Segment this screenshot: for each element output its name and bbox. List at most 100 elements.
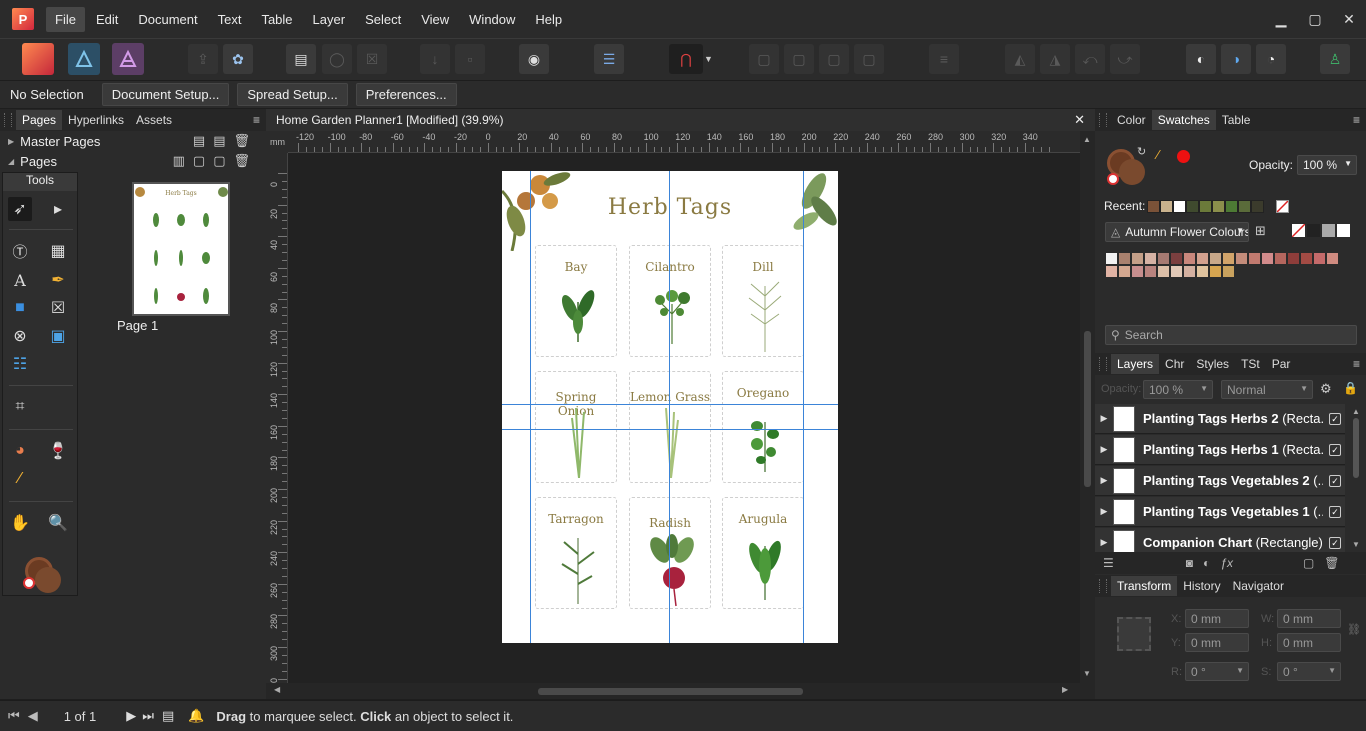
picture-frame-ellipse-tool-icon[interactable]: ⊗: [8, 324, 32, 348]
boolean-add-icon[interactable]: ◐: [1186, 44, 1216, 74]
no-frame-icon[interactable]: ☒: [357, 44, 387, 74]
layers-stack-icon[interactable]: ☰: [1103, 556, 1114, 570]
current-color-swatch[interactable]: [1177, 150, 1190, 163]
palette-color-swatch[interactable]: [1131, 252, 1144, 265]
tab-pages[interactable]: Pages: [16, 110, 63, 130]
palette-color-swatch[interactable]: [1248, 252, 1261, 265]
node-tool-icon[interactable]: ▸: [46, 197, 70, 221]
layer-visibility-checkbox[interactable]: ✓: [1329, 536, 1341, 549]
color-picker-tool-icon[interactable]: ⁄: [8, 467, 32, 491]
master-pages-row[interactable]: ▶ Master Pages ▤▤🗑: [0, 131, 266, 151]
share-icon[interactable]: ⇪: [188, 44, 218, 74]
notification-bell-icon[interactable]: 🔔: [188, 708, 204, 724]
delete-layer-icon[interactable]: 🗑: [1324, 556, 1339, 570]
x-field[interactable]: 0 mm: [1185, 609, 1249, 628]
baseline-grid-icon[interactable]: ☰: [594, 44, 624, 74]
palette-color-swatch[interactable]: [1326, 252, 1339, 265]
tag-card[interactable]: Oregano: [722, 371, 804, 483]
panel-grip-icon[interactable]: [1099, 579, 1107, 593]
rectangle-tool-icon[interactable]: ■: [8, 296, 32, 320]
recent-color-swatch[interactable]: [1212, 200, 1225, 213]
palette-color-swatch[interactable]: [1300, 252, 1313, 265]
palette-grey-swatch[interactable]: [1322, 224, 1335, 237]
panel-grip-icon[interactable]: [4, 113, 12, 127]
tab-color[interactable]: Color: [1111, 110, 1152, 130]
layer-visibility-checkbox[interactable]: ✓: [1329, 412, 1341, 425]
palette-color-swatch[interactable]: [1222, 265, 1235, 278]
rotate-left-icon[interactable]: ⤺: [1075, 44, 1105, 74]
palette-color-swatch[interactable]: [1183, 265, 1196, 278]
layer-opacity-dropdown[interactable]: 100 % ▼: [1143, 380, 1213, 399]
menu-select[interactable]: Select: [356, 7, 410, 32]
horizontal-ruler[interactable]: -120 -100 -80 -60 -40 -20 0 20 40 60 80 100 120 140 16…: [288, 131, 1080, 153]
fx-icon[interactable]: ƒx: [1220, 556, 1233, 570]
layer-row[interactable]: ▶ Companion Chart (Rectangle) ✓: [1095, 528, 1345, 552]
tag-card[interactable]: Bay: [535, 245, 617, 357]
account-icon[interactable]: ♙: [1320, 44, 1350, 74]
tab-hyperlinks[interactable]: Hyperlinks: [62, 110, 130, 130]
menu-edit[interactable]: Edit: [87, 7, 127, 32]
add-layer-icon[interactable]: ▢: [1303, 556, 1314, 570]
page-options-icon[interactable]: ▤: [162, 708, 174, 724]
palette-color-swatch[interactable]: [1196, 252, 1209, 265]
close-document-icon[interactable]: ✕: [1074, 112, 1085, 128]
recent-color-swatch[interactable]: [1199, 200, 1212, 213]
tab-styles[interactable]: Styles: [1190, 354, 1235, 374]
pen-tool-icon[interactable]: ✒: [46, 268, 70, 292]
expand-layer-icon[interactable]: ▶: [1095, 537, 1113, 548]
recent-color-swatch[interactable]: [1186, 200, 1199, 213]
pin-icon[interactable]: ↓: [420, 44, 450, 74]
palette-options-icon[interactable]: ⊞: [1255, 223, 1266, 239]
layers-scrollbar[interactable]: ▲ ▼: [1352, 407, 1362, 549]
preview-mode-icon[interactable]: ◉: [519, 44, 549, 74]
tag-card[interactable]: Lemon Grass: [629, 371, 711, 483]
y-field[interactable]: 0 mm: [1185, 633, 1249, 652]
panel-menu-icon[interactable]: ≡: [253, 113, 260, 127]
table-tool-icon[interactable]: ▦: [46, 239, 70, 263]
fill-stroke-selector-icon[interactable]: [21, 553, 61, 593]
affinity-publisher-logo-icon[interactable]: P: [12, 8, 34, 30]
recent-color-swatch[interactable]: [1173, 200, 1186, 213]
tab-navigator[interactable]: Navigator: [1227, 576, 1290, 596]
zoom-tool-icon[interactable]: 🔍: [46, 511, 70, 535]
master-pages-actions-icon[interactable]: ▤▤🗑: [193, 133, 258, 149]
tag-card[interactable]: Spring Onion: [535, 371, 617, 483]
fill-tool-icon[interactable]: ◕: [8, 439, 32, 463]
vertical-scrollbar[interactable]: ▲ ▼: [1080, 131, 1095, 683]
layer-settings-icon[interactable]: ⚙: [1320, 381, 1332, 397]
palette-color-swatch[interactable]: [1222, 252, 1235, 265]
palette-color-swatch[interactable]: [1170, 265, 1183, 278]
tag-card[interactable]: Arugula: [722, 497, 804, 609]
eyedropper-icon[interactable]: ⁄: [1157, 147, 1159, 162]
picture-frame-rectangle-tool-icon[interactable]: ☒: [46, 296, 70, 320]
recent-color-swatch[interactable]: [1147, 200, 1160, 213]
collapse-arrow-icon[interactable]: ◢: [8, 157, 14, 166]
recent-color-swatch[interactable]: [1238, 200, 1251, 213]
menu-file[interactable]: File: [46, 6, 85, 32]
align-icon[interactable]: ≡: [929, 44, 959, 74]
designer-persona-icon[interactable]: [68, 43, 100, 75]
palette-white-swatch[interactable]: [1337, 224, 1350, 237]
panel-grip-icon[interactable]: [1099, 357, 1107, 371]
menu-text[interactable]: Text: [209, 7, 251, 32]
palette-color-swatch[interactable]: [1209, 252, 1222, 265]
transparency-tool-icon[interactable]: 🍷: [46, 439, 70, 463]
palette-color-swatch[interactable]: [1274, 252, 1287, 265]
place-image-tool-icon[interactable]: ▣: [46, 324, 70, 348]
pages-row[interactable]: ◢ Pages ▥▢▢🗑: [0, 151, 266, 171]
panel-grip-icon[interactable]: [1099, 113, 1107, 127]
layer-visibility-checkbox[interactable]: ✓: [1329, 474, 1341, 487]
panel-menu-icon[interactable]: ≡: [1353, 113, 1360, 127]
h-field[interactable]: 0 mm: [1277, 633, 1341, 652]
palette-color-swatch[interactable]: [1170, 252, 1183, 265]
palette-color-swatch[interactable]: [1118, 252, 1131, 265]
tab-paragraph[interactable]: Par: [1266, 354, 1297, 374]
tag-card[interactable]: Dill: [722, 245, 804, 357]
minimize-button[interactable]: ▁: [1264, 11, 1298, 28]
guide-line[interactable]: [530, 171, 531, 643]
document-page[interactable]: Herb Tags Bay Cilantro Dill Spring Onion…: [502, 171, 838, 643]
guide-line[interactable]: [502, 404, 838, 405]
artistic-text-tool-icon[interactable]: A: [8, 268, 32, 292]
layer-row[interactable]: ▶ Planting Tags Herbs 2 (Recta... ✓: [1095, 404, 1345, 434]
text-frame-icon[interactable]: ▤: [286, 44, 316, 74]
